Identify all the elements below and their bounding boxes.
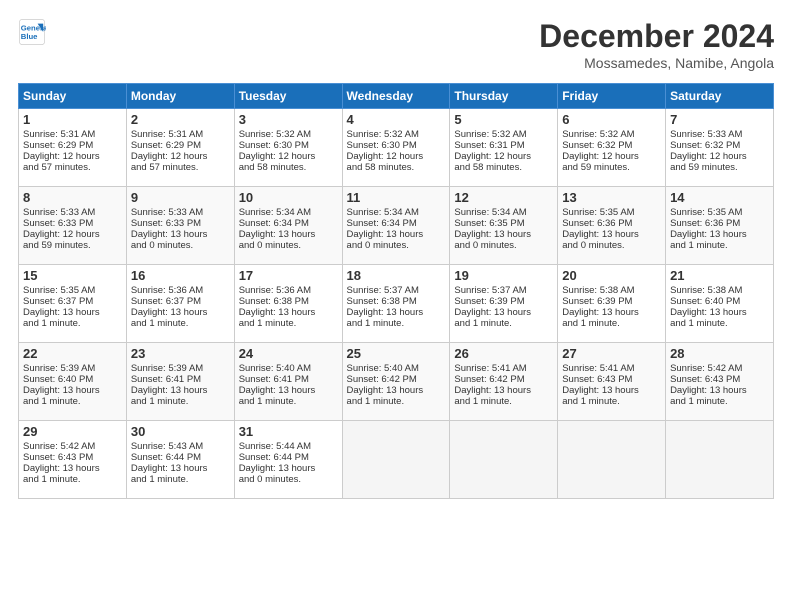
calendar-week-row: 22Sunrise: 5:39 AMSunset: 6:40 PMDayligh… <box>19 343 774 421</box>
calendar-cell: 4Sunrise: 5:32 AMSunset: 6:30 PMDaylight… <box>342 109 450 187</box>
calendar-cell: 20Sunrise: 5:38 AMSunset: 6:39 PMDayligh… <box>558 265 666 343</box>
header-row: Sunday Monday Tuesday Wednesday Thursday… <box>19 84 774 109</box>
day-number: 14 <box>670 190 769 205</box>
day-number: 17 <box>239 268 338 283</box>
day-number: 9 <box>131 190 230 205</box>
col-wednesday: Wednesday <box>342 84 450 109</box>
logo-icon: General Blue <box>18 18 46 46</box>
day-number: 26 <box>454 346 553 361</box>
day-number: 27 <box>562 346 661 361</box>
calendar-cell: 23Sunrise: 5:39 AMSunset: 6:41 PMDayligh… <box>126 343 234 421</box>
calendar-cell: 16Sunrise: 5:36 AMSunset: 6:37 PMDayligh… <box>126 265 234 343</box>
calendar-cell: 12Sunrise: 5:34 AMSunset: 6:35 PMDayligh… <box>450 187 558 265</box>
day-number: 20 <box>562 268 661 283</box>
calendar-week-row: 1Sunrise: 5:31 AMSunset: 6:29 PMDaylight… <box>19 109 774 187</box>
calendar-cell: 14Sunrise: 5:35 AMSunset: 6:36 PMDayligh… <box>666 187 774 265</box>
day-number: 6 <box>562 112 661 127</box>
calendar-cell: 30Sunrise: 5:43 AMSunset: 6:44 PMDayligh… <box>126 421 234 499</box>
day-number: 8 <box>23 190 122 205</box>
col-monday: Monday <box>126 84 234 109</box>
day-number: 18 <box>347 268 446 283</box>
calendar-week-row: 29Sunrise: 5:42 AMSunset: 6:43 PMDayligh… <box>19 421 774 499</box>
month-title: December 2024 <box>539 18 774 55</box>
day-number: 5 <box>454 112 553 127</box>
day-number: 11 <box>347 190 446 205</box>
day-number: 4 <box>347 112 446 127</box>
calendar-cell: 31Sunrise: 5:44 AMSunset: 6:44 PMDayligh… <box>234 421 342 499</box>
calendar-cell: 3Sunrise: 5:32 AMSunset: 6:30 PMDaylight… <box>234 109 342 187</box>
calendar-week-row: 15Sunrise: 5:35 AMSunset: 6:37 PMDayligh… <box>19 265 774 343</box>
day-number: 24 <box>239 346 338 361</box>
day-number: 16 <box>131 268 230 283</box>
day-number: 30 <box>131 424 230 439</box>
calendar-cell: 11Sunrise: 5:34 AMSunset: 6:34 PMDayligh… <box>342 187 450 265</box>
day-number: 3 <box>239 112 338 127</box>
calendar-cell <box>450 421 558 499</box>
calendar-cell: 25Sunrise: 5:40 AMSunset: 6:42 PMDayligh… <box>342 343 450 421</box>
col-thursday: Thursday <box>450 84 558 109</box>
calendar-cell <box>558 421 666 499</box>
col-tuesday: Tuesday <box>234 84 342 109</box>
day-number: 2 <box>131 112 230 127</box>
calendar-cell: 8Sunrise: 5:33 AMSunset: 6:33 PMDaylight… <box>19 187 127 265</box>
calendar-week-row: 8Sunrise: 5:33 AMSunset: 6:33 PMDaylight… <box>19 187 774 265</box>
calendar-cell: 18Sunrise: 5:37 AMSunset: 6:38 PMDayligh… <box>342 265 450 343</box>
calendar-cell: 27Sunrise: 5:41 AMSunset: 6:43 PMDayligh… <box>558 343 666 421</box>
day-number: 13 <box>562 190 661 205</box>
calendar-cell: 5Sunrise: 5:32 AMSunset: 6:31 PMDaylight… <box>450 109 558 187</box>
calendar-cell: 22Sunrise: 5:39 AMSunset: 6:40 PMDayligh… <box>19 343 127 421</box>
day-number: 1 <box>23 112 122 127</box>
calendar-cell <box>342 421 450 499</box>
day-number: 28 <box>670 346 769 361</box>
calendar-cell: 29Sunrise: 5:42 AMSunset: 6:43 PMDayligh… <box>19 421 127 499</box>
day-number: 31 <box>239 424 338 439</box>
day-number: 10 <box>239 190 338 205</box>
calendar-cell: 24Sunrise: 5:40 AMSunset: 6:41 PMDayligh… <box>234 343 342 421</box>
header: General Blue December 2024 Mossamedes, N… <box>18 18 774 71</box>
calendar-table: Sunday Monday Tuesday Wednesday Thursday… <box>18 83 774 499</box>
logo: General Blue <box>18 18 46 46</box>
day-number: 21 <box>670 268 769 283</box>
day-number: 23 <box>131 346 230 361</box>
calendar-cell: 6Sunrise: 5:32 AMSunset: 6:32 PMDaylight… <box>558 109 666 187</box>
col-saturday: Saturday <box>666 84 774 109</box>
day-number: 12 <box>454 190 553 205</box>
svg-text:Blue: Blue <box>21 32 38 41</box>
calendar-cell: 9Sunrise: 5:33 AMSunset: 6:33 PMDaylight… <box>126 187 234 265</box>
calendar-cell: 2Sunrise: 5:31 AMSunset: 6:29 PMDaylight… <box>126 109 234 187</box>
calendar-cell: 26Sunrise: 5:41 AMSunset: 6:42 PMDayligh… <box>450 343 558 421</box>
calendar-cell: 17Sunrise: 5:36 AMSunset: 6:38 PMDayligh… <box>234 265 342 343</box>
location: Mossamedes, Namibe, Angola <box>539 55 774 71</box>
col-sunday: Sunday <box>19 84 127 109</box>
calendar-cell: 13Sunrise: 5:35 AMSunset: 6:36 PMDayligh… <box>558 187 666 265</box>
col-friday: Friday <box>558 84 666 109</box>
day-number: 25 <box>347 346 446 361</box>
title-block: December 2024 Mossamedes, Namibe, Angola <box>539 18 774 71</box>
day-number: 15 <box>23 268 122 283</box>
calendar-cell: 28Sunrise: 5:42 AMSunset: 6:43 PMDayligh… <box>666 343 774 421</box>
day-number: 29 <box>23 424 122 439</box>
page-container: General Blue December 2024 Mossamedes, N… <box>0 0 792 509</box>
calendar-cell: 21Sunrise: 5:38 AMSunset: 6:40 PMDayligh… <box>666 265 774 343</box>
day-number: 7 <box>670 112 769 127</box>
calendar-cell: 10Sunrise: 5:34 AMSunset: 6:34 PMDayligh… <box>234 187 342 265</box>
calendar-cell: 19Sunrise: 5:37 AMSunset: 6:39 PMDayligh… <box>450 265 558 343</box>
calendar-cell: 15Sunrise: 5:35 AMSunset: 6:37 PMDayligh… <box>19 265 127 343</box>
calendar-cell <box>666 421 774 499</box>
calendar-cell: 7Sunrise: 5:33 AMSunset: 6:32 PMDaylight… <box>666 109 774 187</box>
day-number: 19 <box>454 268 553 283</box>
day-number: 22 <box>23 346 122 361</box>
calendar-cell: 1Sunrise: 5:31 AMSunset: 6:29 PMDaylight… <box>19 109 127 187</box>
